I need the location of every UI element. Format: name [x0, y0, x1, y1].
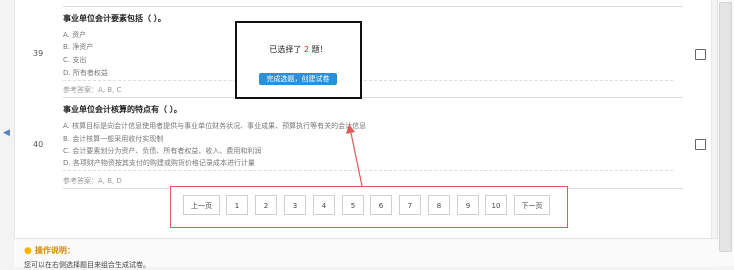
divider — [63, 97, 683, 98]
page-button[interactable]: 7 — [399, 195, 421, 215]
prev-page-button[interactable]: 上一页 — [183, 195, 220, 215]
question-option: C. 会计要素划分为资产、负债、所有者权益、收入、费用和利润 — [63, 147, 262, 155]
question-option: D. 各项财产物资按其支付的购建或购货价格记录成本进行计量 — [63, 159, 255, 167]
page-button[interactable]: 9 — [457, 195, 479, 215]
page-button[interactable]: 5 — [342, 195, 364, 215]
question-option: B. 会计核算一般采用收付实现制 — [63, 135, 164, 143]
select-question-checkbox[interactable] — [695, 139, 706, 150]
question-number: 39 — [33, 49, 44, 58]
question-option: B. 净资产 — [63, 43, 94, 51]
sidebar-collapse-icon[interactable]: ◀ — [3, 127, 10, 139]
selection-dialog: 已选择了 2 题！ 完成选题，创建试卷 — [235, 21, 362, 99]
page-button[interactable]: 2 — [255, 195, 277, 215]
scrollbar-thumb[interactable] — [719, 2, 732, 252]
instructions-panel: ● 操作说明： 您可以在右侧选择题目来组合生成试卷。 — [14, 238, 718, 269]
question-title: 事业单位会计核算的特点有（ ）。 — [63, 105, 182, 114]
lightbulb-icon: ● — [24, 246, 32, 256]
vertical-scrollbar[interactable] — [717, 0, 734, 266]
question-option: D. 所有者权益 — [63, 69, 108, 77]
message-suffix: 题！ — [311, 45, 328, 54]
next-page-button[interactable]: 下一页 — [514, 195, 550, 215]
selection-message: 已选择了 2 题！ — [237, 44, 360, 55]
selected-count: 2 — [303, 45, 310, 54]
page-button[interactable]: 6 — [370, 195, 392, 215]
create-paper-button[interactable]: 完成选题，创建试卷 — [259, 73, 337, 85]
divider — [63, 170, 673, 171]
divider — [63, 6, 683, 7]
question-number: 40 — [33, 140, 44, 149]
page-button[interactable]: 10 — [485, 195, 507, 215]
instructions-title-text: 操作说明： — [34, 246, 75, 255]
reference-answer: 参考答案：A, B, C — [63, 86, 122, 94]
select-question-checkbox[interactable] — [695, 49, 706, 60]
question-option: A. 核算目标是向会计信息使用者提供与事业单位财务状况、事业成果、预算执行等有关… — [63, 122, 367, 130]
divider — [63, 80, 673, 81]
page-button[interactable]: 1 — [226, 195, 248, 215]
page-button[interactable]: 4 — [313, 195, 335, 215]
question-option: A. 资产 — [63, 31, 87, 39]
message-prefix: 已选择了 — [269, 45, 302, 54]
question-title: 事业单位会计要素包括（ ）。 — [63, 14, 166, 23]
reference-answer: 参考答案：A, B, D — [63, 177, 122, 185]
instructions-text: 您可以在右侧选择题目来组合生成试卷。 — [24, 261, 150, 269]
question-option: C. 支出 — [63, 56, 87, 64]
page-button[interactable]: 8 — [428, 195, 450, 215]
instructions-title: ● 操作说明： — [24, 245, 75, 256]
page-button[interactable]: 3 — [284, 195, 306, 215]
